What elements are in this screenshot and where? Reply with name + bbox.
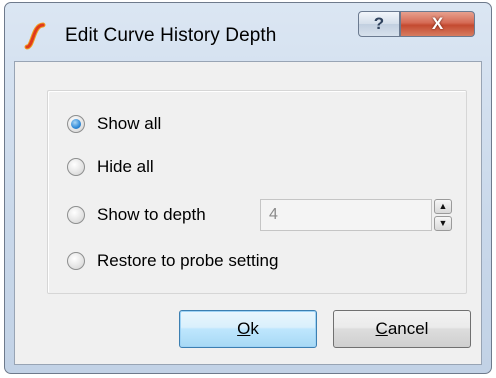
radio-show-to-depth[interactable]: Show to depth xyxy=(67,203,206,227)
help-button[interactable]: ? xyxy=(358,11,400,37)
radio-button[interactable] xyxy=(67,252,85,270)
ok-mnemonic: O xyxy=(237,319,251,338)
ok-label-rest: k xyxy=(250,319,259,338)
radio-label: Restore to probe setting xyxy=(97,251,279,270)
cancel-mnemonic: C xyxy=(375,319,388,338)
window-title: Edit Curve History Depth xyxy=(65,25,277,46)
depth-input[interactable]: 4 xyxy=(260,199,432,231)
radio-label: Show to depth xyxy=(97,205,206,224)
spin-down-icon[interactable]: ▼ xyxy=(434,216,452,231)
radio-button-checked[interactable] xyxy=(67,115,85,133)
dialog-body: Show all Hide all Show to depth Restore … xyxy=(14,61,482,365)
radio-hide-all[interactable]: Hide all xyxy=(67,155,154,179)
radio-label: Show all xyxy=(97,114,162,133)
radio-button[interactable] xyxy=(67,206,85,224)
ok-button[interactable]: Ok xyxy=(179,310,317,348)
title-bar[interactable]: Edit Curve History Depth ? X xyxy=(5,3,491,63)
radio-show-all[interactable]: Show all xyxy=(67,112,161,136)
dialog-window: Edit Curve History Depth ? X Show all Hi… xyxy=(4,2,492,374)
app-curve-icon xyxy=(23,21,49,51)
close-button[interactable]: X xyxy=(400,11,475,37)
radio-button[interactable] xyxy=(67,158,85,176)
depth-spinner[interactable]: ▲ ▼ xyxy=(434,199,452,231)
spin-up-icon[interactable]: ▲ xyxy=(434,199,452,214)
radio-label: Hide all xyxy=(97,157,154,176)
help-icon: ? xyxy=(373,14,385,33)
cancel-label-rest: ancel xyxy=(387,319,429,338)
close-icon: X xyxy=(431,14,444,33)
radio-restore-probe[interactable]: Restore to probe setting xyxy=(67,249,278,273)
cancel-button[interactable]: Cancel xyxy=(333,310,471,348)
